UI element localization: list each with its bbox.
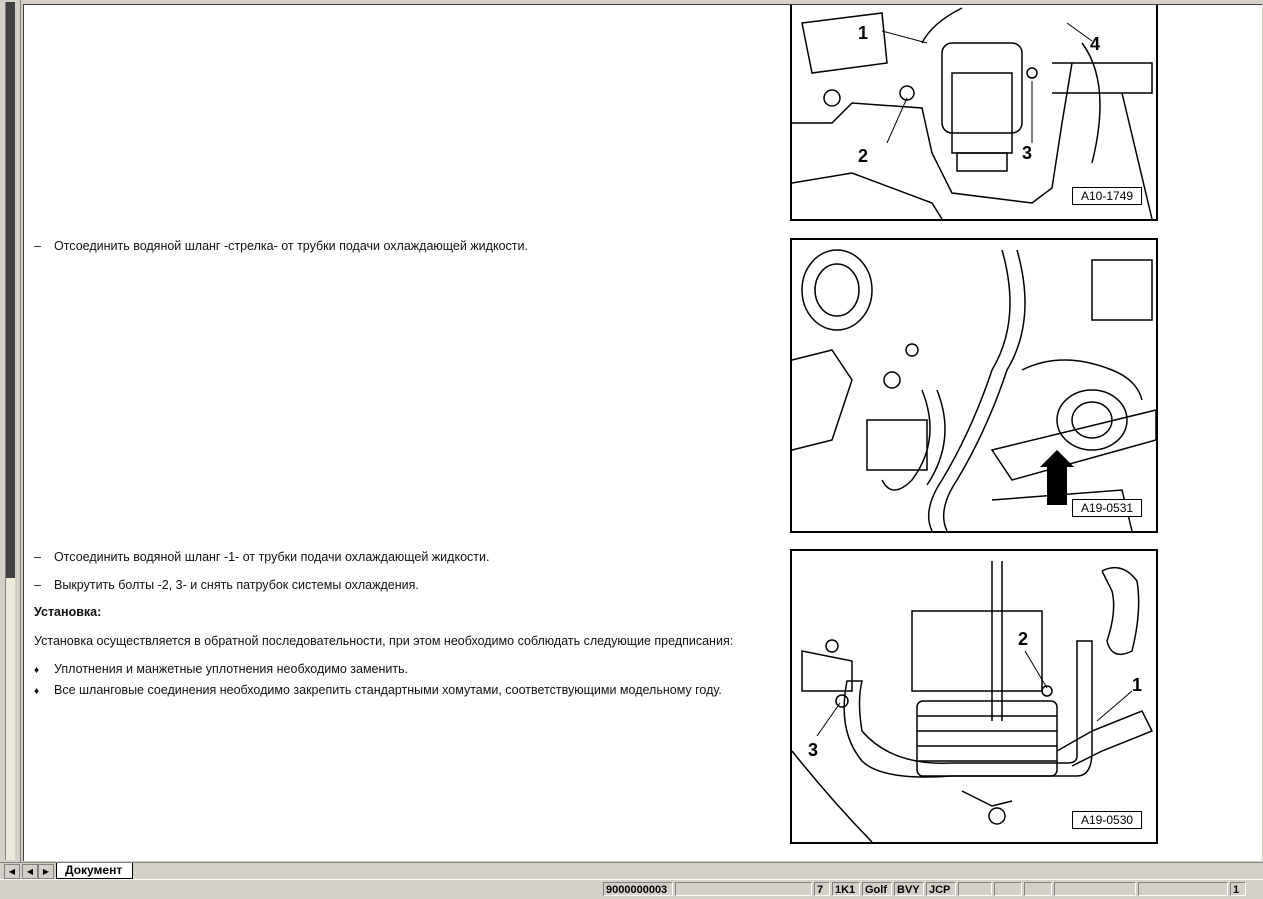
status-cell: 1K1 [832,882,860,896]
engine-drawing [792,249,1156,531]
callout-label: 1 [858,23,869,43]
figure-illustration-3: 2 1 3 A19-0530 [790,549,1158,844]
status-empty-cell [958,882,992,896]
status-page-number: 1 [1230,882,1246,896]
first-page-icon[interactable]: ◀ [4,864,20,879]
bullet-item: ♦ Уплотнения и манжетные уплотнения необх… [34,662,408,676]
callout-label: 1 [1132,675,1143,695]
figure-code: A19-0531 [1072,499,1143,517]
install-text: Установка осуществляется в обратной посл… [34,634,734,648]
bullet-icon: ♦ [34,665,40,676]
instruction-text: Выкрутить болты -2, 3- и снять патрубок … [54,578,419,592]
status-empty-cell [1138,882,1228,896]
status-bar: 9000000003 7 1K1 Golf BVY JCP 1 [0,879,1263,899]
status-empty-cell [675,882,812,896]
status-empty-cell [994,882,1022,896]
dash-marker: – [34,239,41,253]
figure-code: A19-0530 [1072,811,1143,829]
callout-label: 4 [1090,34,1101,54]
status-empty-cell [1054,882,1136,896]
engine-drawing [792,561,1154,842]
vertical-scrollbar[interactable] [0,0,21,862]
callout-label: 2 [1018,629,1029,649]
figure-illustration-2: A19-0531 [790,238,1158,533]
figure-illustration-1: 1 2 3 4 A10-1749 [790,5,1158,221]
prev-page-icon[interactable]: ◀ [22,864,38,879]
tab-document[interactable]: Документ [56,863,134,879]
status-empty-cell [1024,882,1052,896]
callout-label: 3 [808,740,819,760]
status-cell: 7 [814,882,830,896]
bullet-text: Уплотнения и манжетные уплотнения необхо… [54,662,409,676]
bullet-icon: ♦ [34,686,40,697]
next-page-icon[interactable]: ▶ [38,864,54,879]
sheet-tab-bar: ◀ ◀ ▶ Документ [0,862,1263,880]
bullet-text: Все шланговые соединения необходимо закр… [54,683,722,697]
figure-code: A10-1749 [1072,187,1143,205]
instruction-item: – Отсоединить водяной шланг -стрелка- от … [34,239,528,253]
instruction-text: Отсоединить водяной шланг -стрелка- от т… [54,239,528,253]
instruction-text: Отсоединить водяной шланг -1- от трубки … [54,550,490,564]
scrollbar-thumb[interactable] [5,2,15,578]
section-heading: Установка: [34,605,102,619]
instruction-item: – Отсоединить водяной шланг -1- от трубки… [34,550,489,564]
status-cell: Golf [862,882,892,896]
document-page: – Отсоединить водяной шланг -стрелка- от … [23,4,1262,861]
status-cell: JCP [926,882,956,896]
bullet-item: ♦ Все шланговые соединения необходимо зак… [34,683,722,697]
instruction-item: – Выкрутить болты -2, 3- и снять патрубок… [34,578,419,592]
scrollbar-track[interactable] [5,578,15,860]
dash-marker: – [34,578,41,592]
callout-label: 3 [1022,143,1033,163]
status-cell: BVY [894,882,924,896]
document-window: – Отсоединить водяной шланг -стрелка- от … [0,0,1263,862]
dash-marker: – [34,550,41,564]
status-doc-number: 9000000003 [603,882,673,896]
callout-label: 2 [858,146,869,166]
